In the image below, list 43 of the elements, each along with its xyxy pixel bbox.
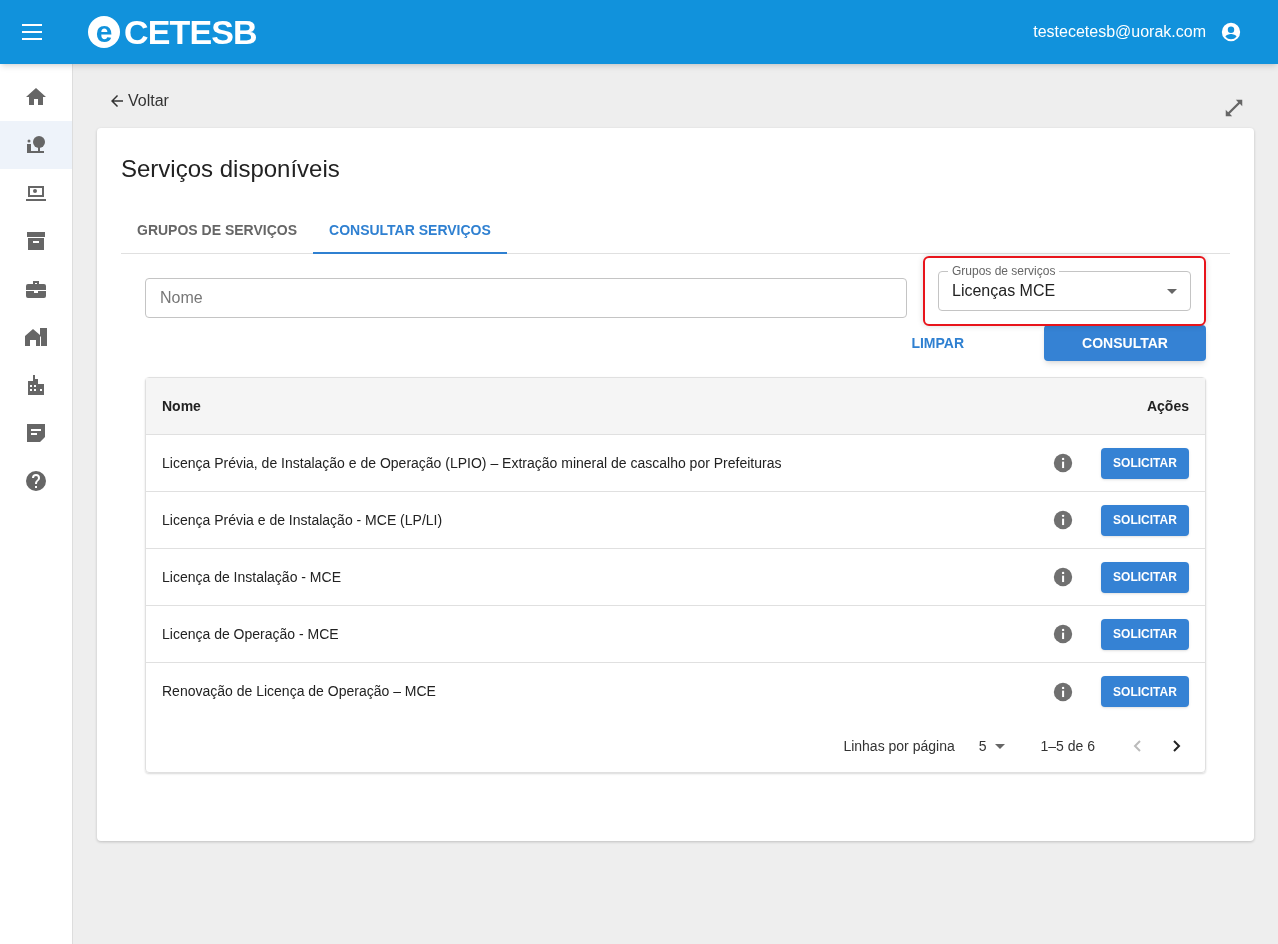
menu-icon[interactable] <box>22 24 42 40</box>
note-icon <box>24 421 48 445</box>
fullscreen-icon[interactable] <box>1223 97 1245 119</box>
info-icon[interactable] <box>1052 452 1074 474</box>
request-button[interactable]: SOLICITAR <box>1101 561 1189 593</box>
select-value: Licenças MCE <box>952 281 1056 301</box>
tab[interactable]: GRUPOS DE SERVIÇOS <box>121 208 313 254</box>
service-name: Licença Prévia, de Instalação e de Operação (LPIO) – Extração mineral de cascalho por Prefeituras <box>162 453 782 473</box>
column-header: Ações <box>1146 396 1189 416</box>
back-link[interactable]: Voltar <box>108 89 169 113</box>
info-icon[interactable] <box>1052 623 1074 645</box>
request-button[interactable]: SOLICITAR <box>1101 618 1189 650</box>
page-range: 1–5 de 6 <box>1040 736 1095 756</box>
name-field[interactable]: Nome <box>145 278 907 318</box>
page-title: Serviços disponíveis <box>121 154 341 184</box>
rows-per-page-label: Linhas por página <box>843 736 955 756</box>
request-button[interactable]: SOLICITAR <box>1101 504 1189 536</box>
house-building-icon <box>24 325 48 349</box>
logo-text: CETESB <box>124 11 257 53</box>
dropdown-caret-icon <box>994 743 1005 749</box>
info-icon[interactable] <box>1052 566 1074 588</box>
help-icon <box>24 469 48 493</box>
rows-per-page-select[interactable]: 5 <box>978 735 1005 757</box>
request-button[interactable]: SOLICITAR <box>1101 447 1189 479</box>
tab[interactable]: CONSULTAR SERVIÇOS <box>313 208 507 254</box>
service-name: Licença Prévia e de Instalação - MCE (LP/LI) <box>162 510 443 530</box>
column-header: Nome <box>162 396 201 416</box>
search-button[interactable]: CONSULTAR <box>1044 325 1206 361</box>
account-icon[interactable] <box>1220 21 1242 43</box>
service-name: Licença de Operação - MCE <box>162 624 339 644</box>
sidebar-item[interactable] <box>0 121 72 169</box>
user-email: testecetesb@uorak.com <box>1033 22 1206 42</box>
request-button[interactable]: SOLICITAR <box>1101 676 1189 707</box>
archive-box-icon <box>24 229 48 253</box>
dropdown-caret-icon <box>1167 288 1177 294</box>
service-name: Renovação de Licença de Operação – MCE <box>162 682 436 701</box>
chevron-right-icon[interactable] <box>1173 740 1181 752</box>
info-icon[interactable] <box>1052 509 1074 531</box>
logo-mark: e <box>88 16 120 48</box>
service-name: Licença de Instalação - MCE <box>162 567 341 587</box>
info-icon[interactable] <box>1052 680 1074 703</box>
select-label: Grupos de serviços <box>948 264 1060 278</box>
clear-button[interactable]: LIMPAR <box>903 325 972 361</box>
